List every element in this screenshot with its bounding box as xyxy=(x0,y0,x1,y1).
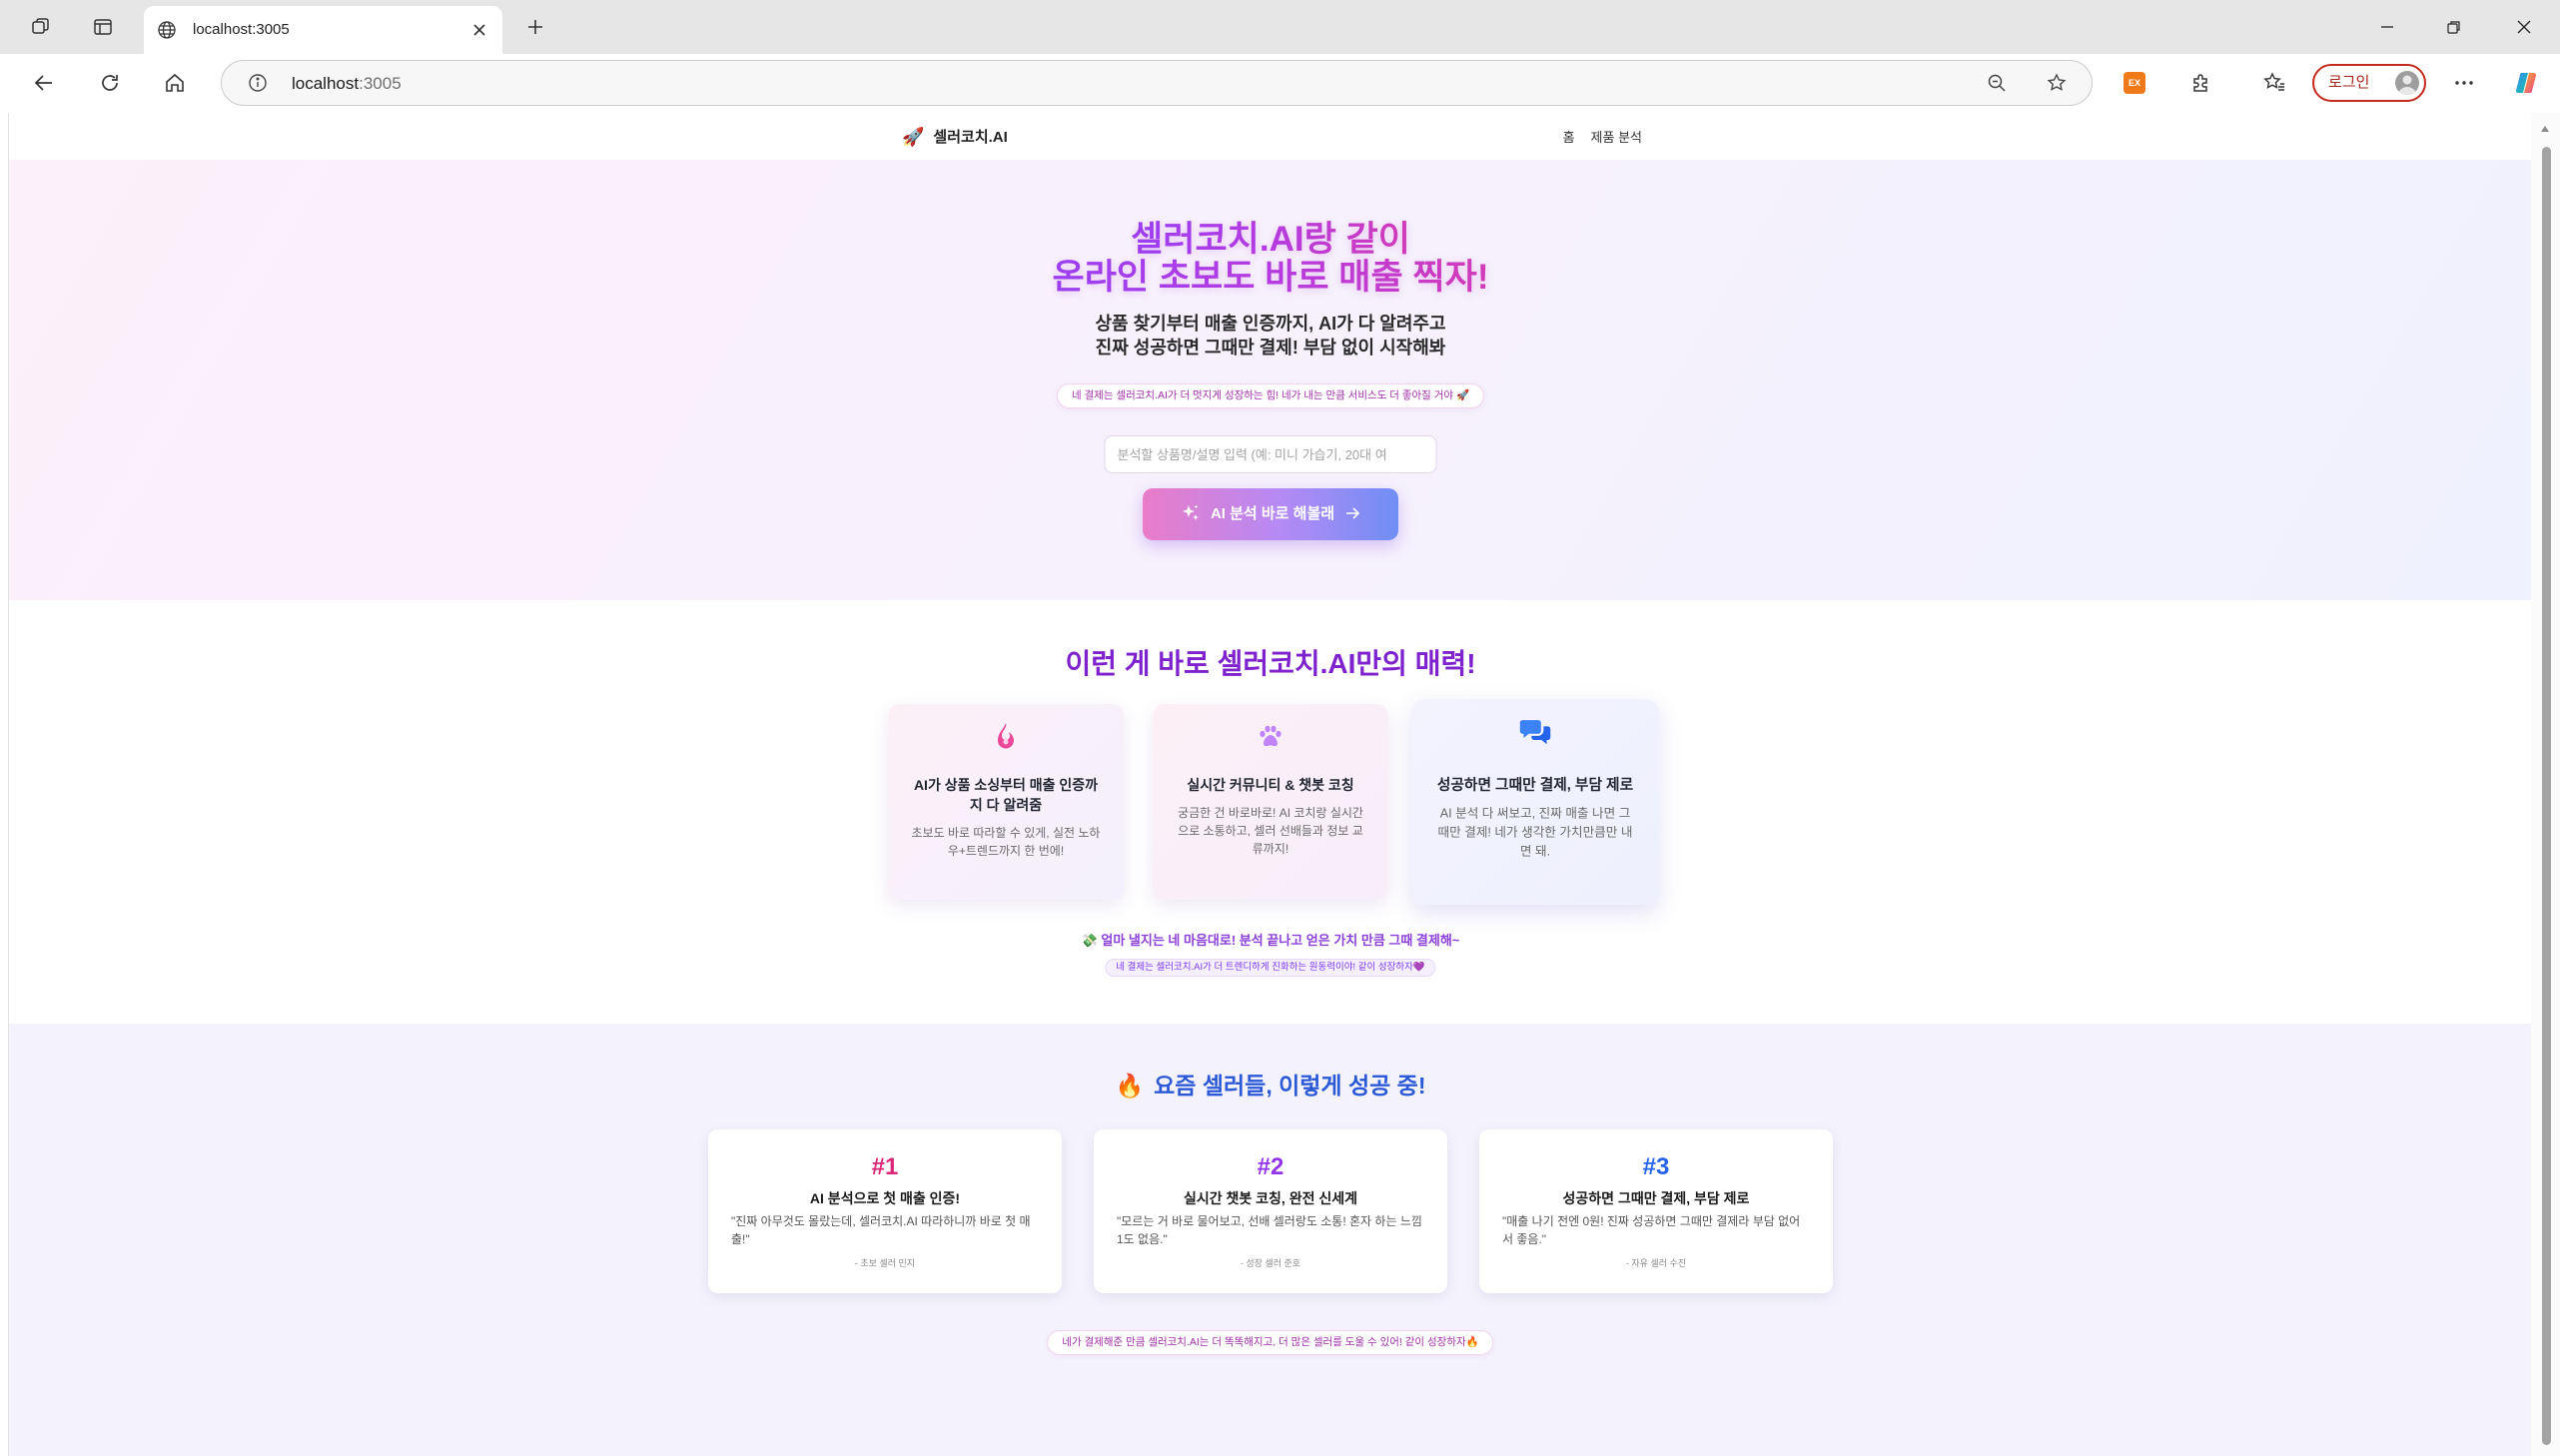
features-heading: 이런 게 바로 셀러코치.AI만의 매력! xyxy=(1065,648,1476,679)
success-card-author: - 성장 셀러 준호 xyxy=(1240,1258,1301,1268)
paw-icon xyxy=(1175,721,1366,751)
success-card: #1 AI 분석으로 첫 매출 인증! "진짜 아무것도 몰랐는데, 셀러코치.… xyxy=(708,1129,1062,1293)
feature-cards: AI가 상품 소싱부터 매출 인증까지 다 알려줌 초보도 바로 따라할 수 있… xyxy=(888,699,1659,905)
tab-title: localhost:3005 xyxy=(193,21,290,38)
profile-label: 로그인 xyxy=(2328,74,2370,91)
feature-card-title: AI가 상품 소싱부터 매출 인증까지 다 알려줌 xyxy=(913,777,1099,813)
refresh-icon[interactable] xyxy=(92,65,128,101)
success-card: #2 실시간 챗봇 코칭, 완전 신세계 "모르는 거 바로 물어보고, 선배 … xyxy=(1094,1129,1447,1293)
nav-inner: 🚀 셀러코치.AI 홈 제품 분석 xyxy=(902,113,1642,160)
hero-title: 셀러코치.AI랑 같이 온라인 초보도 바로 매출 찍자! xyxy=(821,221,1720,297)
rocket-logo-icon: 🚀 xyxy=(902,126,925,147)
copilot-icon[interactable] xyxy=(2508,65,2544,101)
minimize-window-icon[interactable] xyxy=(2369,9,2405,45)
site-logo[interactable]: 🚀 셀러코치.AI xyxy=(902,126,1008,148)
success-cards: #1 AI 분석으로 첫 매출 인증! "진짜 아무것도 몰랐는데, 셀러코치.… xyxy=(708,1129,1833,1293)
product-search-input[interactable] xyxy=(1104,435,1437,473)
feature-card-desc: 초보도 바로 따라할 수 있게, 실전 노하우+트렌드까지 한 번에! xyxy=(911,826,1101,858)
hero-subtitle: 상품 찾기부터 매출 인증까지, AI가 다 알려주고 진짜 성공하면 그때만 … xyxy=(921,312,1620,360)
favorites-icon[interactable] xyxy=(2256,65,2292,101)
arrow-right-icon xyxy=(1344,505,1360,524)
extensions-puzzle-icon[interactable] xyxy=(2183,65,2219,101)
zoom-out-icon[interactable] xyxy=(1979,65,2015,101)
success-card-quote: "매출 나기 전엔 0원! 진짜 성공하면 그때만 결제라 부담 없어서 좋음.… xyxy=(1502,1214,1801,1246)
sparkles-icon xyxy=(1181,503,1201,526)
success-card-title: 실시간 챗봇 코칭, 완전 신세계 xyxy=(1183,1190,1357,1206)
feature-card: AI가 상품 소싱부터 매출 인증까지 다 알려줌 초보도 바로 따라할 수 있… xyxy=(888,704,1124,900)
profile-login-button[interactable]: 로그인 xyxy=(2312,64,2426,102)
chat-bubbles-icon xyxy=(1434,717,1636,749)
feature-card-desc: AI 분석 다 써보고, 진짜 매출 나면 그때만 결제! 네가 생각한 가치만… xyxy=(1437,806,1633,859)
globe-icon xyxy=(149,12,185,48)
hero-subtitle-line-1: 상품 찾기부터 매출 인증까지, AI가 다 알려주고 xyxy=(1095,314,1446,334)
browser-toolbar: localhost:3005 EX 로그인 xyxy=(0,54,2560,113)
success-card-title: AI 분석으로 첫 매출 인증! xyxy=(809,1190,961,1206)
page-scrollbar[interactable] xyxy=(2531,113,2560,1456)
success-card-quote: "모르는 거 바로 물어보고, 선배 셀러랑도 소통! 혼자 하는 느낌 1도 … xyxy=(1117,1214,1422,1246)
feature-card-title: 실시간 커뮤니티 & 챗봇 코칭 xyxy=(1187,777,1354,793)
workspaces-icon[interactable] xyxy=(23,9,59,45)
site-info-icon[interactable] xyxy=(240,65,276,101)
feature-card: 성공하면 그때만 결제, 부담 제로 AI 분석 다 써보고, 진짜 매출 나면… xyxy=(1411,699,1659,905)
growth-pill: 네 결제는 셀러코치.AI가 더 트렌디하게 진화하는 원동력이야! 같이 성장… xyxy=(1105,959,1436,977)
close-window-icon[interactable] xyxy=(2506,9,2542,45)
hero-section: 셀러코치.AI랑 같이 온라인 초보도 바로 매출 찍자! 상품 찾기부터 매출… xyxy=(9,160,2531,600)
back-arrow-icon[interactable] xyxy=(26,65,62,101)
fire-icon: 🔥 xyxy=(1115,1073,1145,1098)
hero-title-line-2: 온라인 초보도 바로 매출 찍자! xyxy=(1052,258,1489,297)
active-tab[interactable]: localhost:3005 xyxy=(144,6,502,54)
success-growth-pill: 네가 결제해준 만큼 셀러코치.AI는 더 똑똑해지고, 더 많은 셀러를 도울… xyxy=(1047,1330,1494,1355)
feature-card-desc: 궁금한 건 바로바로! AI 코치랑 실시간으로 소통하고, 셀러 선배들과 정… xyxy=(1178,806,1363,856)
success-card-author: - 초보 셀러 민지 xyxy=(854,1258,916,1268)
favorite-star-icon[interactable] xyxy=(2039,65,2075,101)
success-card-title: 성공하면 그때만 결제, 부담 제로 xyxy=(1562,1190,1750,1206)
success-card-rank: #1 xyxy=(871,1153,899,1180)
url-port: :3005 xyxy=(359,74,402,93)
success-card-rank: #2 xyxy=(1257,1153,1284,1180)
success-heading: 🔥 요즘 셀러들, 이렇게 성공 중! xyxy=(1115,1070,1425,1101)
nav-link-home[interactable]: 홈 xyxy=(1563,127,1575,146)
browser-tab-strip: localhost:3005 xyxy=(0,0,2560,54)
hero-subtitle-line-2: 진짜 성공하면 그때만 결제! 부담 없이 시작해봐 xyxy=(1095,338,1446,358)
logo-text: 셀러코치.AI xyxy=(933,129,1008,146)
success-card-author: - 자유 셀러 수진 xyxy=(1625,1258,1687,1268)
tab-actions-icon[interactable] xyxy=(85,9,121,45)
page-viewport: 🚀 셀러코치.AI 홈 제품 분석 셀러코치.AI랑 같이 온라인 초보도 바로… xyxy=(8,113,2531,1456)
restore-window-icon[interactable] xyxy=(2436,9,2472,45)
success-heading-text: 요즘 셀러들, 이렇게 성공 중! xyxy=(1154,1073,1426,1098)
payment-note: 💸 얼마 낼지는 네 마음대로! 분석 끝나고 얻은 가치 만큼 그때 결제해~ xyxy=(1081,933,1460,948)
flame-icon xyxy=(910,721,1102,751)
url-host: localhost xyxy=(292,74,360,93)
ai-analyze-button[interactable]: AI 분석 바로 해볼래 xyxy=(1143,488,1398,540)
nav-links: 홈 제품 분석 xyxy=(1563,127,1642,146)
site-nav: 🚀 셀러코치.AI 홈 제품 분석 xyxy=(9,113,2531,160)
success-section: 🔥 요즘 셀러들, 이렇게 성공 중! #1 AI 분석으로 첫 매출 인증! "… xyxy=(9,1024,2531,1456)
success-card: #3 성공하면 그때만 결제, 부담 제로 "매출 나기 전엔 0원! 진짜 성… xyxy=(1479,1129,1833,1293)
scrollbar-thumb[interactable] xyxy=(2542,147,2551,1445)
nav-link-product-analysis[interactable]: 제품 분석 xyxy=(1591,127,1642,146)
more-menu-icon[interactable] xyxy=(2446,65,2482,101)
ai-analyze-button-label: AI 분석 바로 해볼래 xyxy=(1210,505,1335,522)
extension-ex-icon[interactable]: EX xyxy=(2124,72,2145,94)
url-text[interactable]: localhost:3005 xyxy=(292,73,402,95)
address-bar[interactable]: localhost:3005 xyxy=(221,60,2093,106)
hero-title-line-1: 셀러코치.AI랑 같이 xyxy=(1131,220,1410,259)
home-icon[interactable] xyxy=(157,65,193,101)
new-tab-icon[interactable] xyxy=(517,9,553,45)
feature-card-title: 성공하면 그때만 결제, 부담 제로 xyxy=(1436,775,1634,793)
success-card-rank: #3 xyxy=(1642,1153,1670,1180)
success-card-quote: "진짜 아무것도 몰랐는데, 셀러코치.AI 따라하니까 바로 첫 매출!" xyxy=(731,1214,1031,1246)
avatar xyxy=(2395,71,2419,95)
close-tab-icon[interactable] xyxy=(461,12,497,48)
scroll-up-arrow-icon[interactable] xyxy=(2527,111,2560,147)
hero-payment-pill: 네 결제는 셀러코치.AI가 더 멋지게 성장하는 힘! 네가 내는 만큼 서비… xyxy=(1056,383,1485,408)
features-section: 이런 게 바로 셀러코치.AI만의 매력! AI가 상품 소싱부터 매출 인증까… xyxy=(9,600,2531,1024)
feature-card: 실시간 커뮤니티 & 챗봇 코칭 궁금한 건 바로바로! AI 코치랑 실시간으… xyxy=(1153,704,1388,900)
